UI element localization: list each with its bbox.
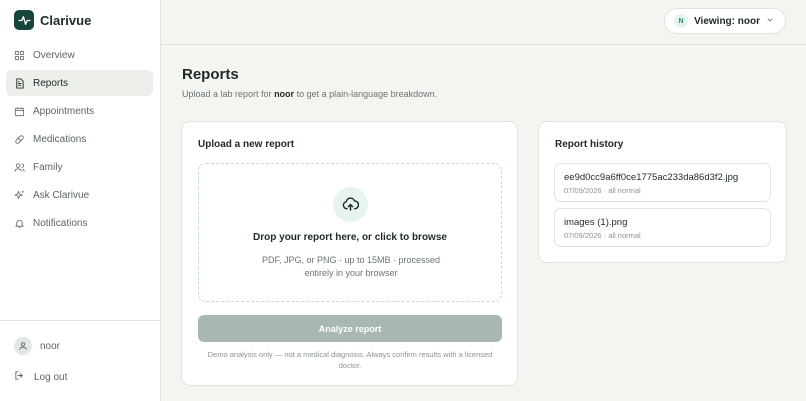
sidebar-item-notifications[interactable]: Notifications (6, 210, 153, 236)
calendar-icon (14, 106, 25, 117)
user-avatar-icon (14, 337, 32, 355)
grid-icon (14, 50, 25, 61)
report-history-card: Report history ee9d0cc9a6ff0ce1775ac233d… (538, 121, 787, 263)
sidebar-item-appointments[interactable]: Appointments (6, 98, 153, 124)
brand-name: Clarivue (40, 12, 92, 28)
subtitle-user: noor (274, 89, 295, 99)
dropzone-hint: PDF, JPG, or PNG · up to 15MB · processe… (261, 255, 441, 278)
pill-icon (14, 134, 25, 145)
profile-initial-badge: N (674, 14, 689, 28)
file-dropzone[interactable]: Drop your report here, or click to brows… (198, 163, 502, 302)
history-item-meta: 07/09/2026 · all normal (564, 231, 641, 240)
sidebar-item-label: Notifications (33, 217, 88, 229)
analyze-report-button[interactable]: Analyze report (198, 315, 502, 342)
sidebar-item-label: Ask Clarivue (33, 189, 90, 201)
subtitle-prefix: Upload a lab report for (182, 89, 275, 99)
logout-button[interactable]: Log out (14, 370, 67, 384)
sidebar-item-overview[interactable]: Overview (6, 42, 153, 68)
current-user[interactable]: noor (14, 337, 60, 355)
sidebar-item-family[interactable]: Family (6, 154, 153, 180)
user-name: noor (40, 340, 61, 352)
document-icon (14, 77, 25, 89)
chevron-down-icon (766, 16, 774, 27)
brand[interactable]: Clarivue (14, 10, 91, 30)
sidebar-nav: Overview Reports Appointments Medication… (6, 42, 153, 238)
sidebar: Clarivue Overview Reports Appointments M… (0, 0, 161, 401)
history-item[interactable]: images (1).png 07/09/2026 · all normal (554, 208, 771, 247)
logout-icon (14, 370, 25, 384)
page-title: Reports (182, 66, 239, 83)
sparkle-icon (14, 190, 25, 201)
sidebar-footer: noor Log out (0, 320, 160, 401)
viewing-profile-dropdown[interactable]: N Viewing: noor (664, 8, 786, 34)
top-bar: N Viewing: noor (161, 0, 806, 45)
sidebar-item-label: Family (33, 161, 63, 173)
history-item-meta: 07/09/2026 · all normal (564, 186, 641, 195)
medical-disclaimer: Demo analysis only — not a medical diagn… (207, 350, 493, 370)
page-subtitle: Upload a lab report for noor to get a pl… (182, 89, 437, 99)
history-item-name: images (1).png (564, 217, 628, 228)
sidebar-item-label: Reports (33, 77, 69, 89)
dropzone-title: Drop your report here, or click to brows… (253, 232, 447, 243)
sidebar-item-medications[interactable]: Medications (6, 126, 153, 152)
history-item[interactable]: ee9d0cc9a6ff0ce1775ac233da86d3f2.jpg 07/… (554, 163, 771, 202)
history-card-title: Report history (555, 139, 624, 150)
sidebar-item-ask-clarivue[interactable]: Ask Clarivue (6, 182, 153, 208)
sidebar-item-label: Overview (33, 49, 75, 61)
history-item-name: ee9d0cc9a6ff0ce1775ac233da86d3f2.jpg (564, 172, 739, 183)
sidebar-item-reports[interactable]: Reports (6, 70, 153, 96)
viewing-label: Viewing: noor (694, 15, 760, 27)
subtitle-suffix: to get a plain-language breakdown. (294, 89, 438, 99)
upload-card-title: Upload a new report (198, 139, 295, 150)
pulse-logo-icon (14, 10, 34, 30)
logout-label: Log out (34, 371, 68, 383)
people-icon (14, 162, 25, 173)
upload-card: Upload a new report Drop your report her… (181, 121, 518, 386)
sidebar-item-label: Medications (33, 133, 87, 145)
sidebar-item-label: Appointments (33, 105, 95, 117)
bell-icon (14, 218, 25, 229)
cloud-upload-icon (333, 187, 368, 222)
